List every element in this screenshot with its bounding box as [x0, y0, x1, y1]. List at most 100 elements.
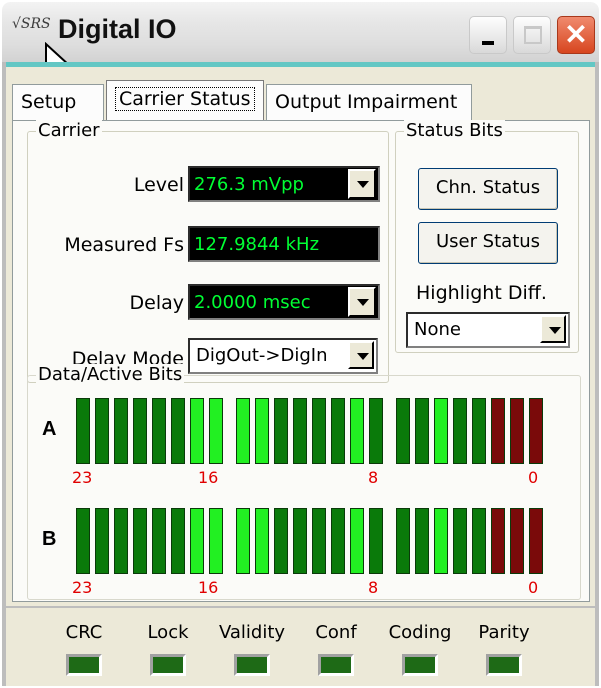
highlight-diff-value: None: [414, 319, 461, 340]
carrier-status-panel: Carrier Level 276.3 mVpp Measured Fs 127…: [12, 120, 590, 602]
bit-b-9: [350, 508, 364, 574]
bit-b-4: [453, 508, 467, 574]
bits-row-label-b: B: [42, 528, 57, 550]
close-button[interactable]: ✕: [557, 16, 595, 54]
carrier-group: Carrier Level 276.3 mVpp Measured Fs 127…: [27, 120, 389, 383]
bit-b-8: [369, 508, 383, 574]
indicator-label-parity: Parity: [478, 622, 530, 643]
bit-number-label: 8: [368, 578, 379, 597]
highlight-diff-select[interactable]: None: [406, 312, 570, 348]
level-value: 276.3 mVpp: [194, 174, 304, 195]
window-title: Digital IO: [58, 14, 177, 44]
bit-a-12: [293, 398, 307, 464]
bit-b-1: [510, 508, 524, 574]
delay-label: Delay: [129, 292, 185, 314]
indicator-label-lock: Lock: [147, 622, 189, 643]
bit-b-19: [152, 508, 166, 574]
bit-a-19: [152, 398, 166, 464]
bit-a-18: [171, 398, 185, 464]
bit-number-label: 23: [72, 468, 93, 487]
status-bits-group-label: Status Bits: [404, 120, 505, 141]
bit-number-label: 0: [528, 578, 539, 597]
bit-a-15: [236, 398, 250, 464]
bit-b-6: [415, 508, 429, 574]
indicator-led-lock: [150, 654, 186, 676]
measured-fs-label: Measured Fs: [64, 234, 184, 256]
bit-b-14: [255, 508, 269, 574]
delay-mode-dropdown-button[interactable]: [348, 341, 374, 369]
indicator-led-conf: [318, 654, 354, 676]
bit-a-1: [510, 398, 524, 464]
indicator-led-crc: [66, 654, 102, 676]
highlight-diff-label: Highlight Diff.: [416, 282, 547, 304]
level-label: Level: [133, 174, 184, 196]
bit-a-5: [434, 398, 448, 464]
delay-dropdown-button[interactable]: [348, 287, 376, 317]
tab-setup[interactable]: Setup: [12, 84, 104, 120]
measured-fs-display: 127.9844 kHz: [188, 226, 380, 262]
bit-a-20: [133, 398, 147, 464]
bit-b-7: [396, 508, 410, 574]
user-status-button[interactable]: User Status: [418, 222, 558, 264]
bit-b-15: [236, 508, 250, 574]
bit-number-label: 23: [72, 578, 93, 597]
indicator-led-validity: [234, 654, 270, 676]
bit-a-10: [331, 398, 345, 464]
delay-mode-select[interactable]: DigOut->DigIn: [188, 338, 378, 374]
bit-a-3: [472, 398, 486, 464]
indicator-label-coding: Coding: [388, 622, 452, 643]
indicator-label-validity: Validity: [218, 622, 286, 643]
minimize-button[interactable]: [469, 16, 507, 54]
bit-b-21: [114, 508, 128, 574]
bit-a-2: [491, 398, 505, 464]
carrier-group-label: Carrier: [36, 120, 102, 141]
bit-a-6: [415, 398, 429, 464]
bit-b-10: [331, 508, 345, 574]
indicator-label-crc: CRC: [65, 622, 103, 643]
status-indicator-bar: CRC Lock Validity Conf Coding Parity: [6, 606, 595, 686]
bit-b-22: [95, 508, 109, 574]
delay-select[interactable]: 2.0000 msec: [188, 284, 380, 320]
level-select[interactable]: 276.3 mVpp: [188, 166, 380, 202]
bit-b-20: [133, 508, 147, 574]
chn-status-button[interactable]: Chn. Status: [418, 168, 558, 210]
delay-value: 2.0000 msec: [194, 292, 311, 313]
bit-number-label: 16: [198, 468, 219, 487]
bit-b-12: [293, 508, 307, 574]
bit-a-14: [255, 398, 269, 464]
data-active-bits-group-label: Data/Active Bits: [36, 364, 185, 385]
maximize-button[interactable]: [513, 16, 551, 54]
bit-b-16: [209, 508, 223, 574]
data-active-bits-group: Data/Active Bits A 23 16 8 0 B 23 16 8 0: [27, 364, 581, 600]
bit-b-11: [312, 508, 326, 574]
tab-output-impairment-label: Output Impairment: [275, 91, 458, 113]
tab-setup-label: Setup: [21, 91, 77, 113]
bit-number-label: 8: [368, 468, 379, 487]
bit-a-8: [369, 398, 383, 464]
bit-a-7: [396, 398, 410, 464]
bit-a-22: [95, 398, 109, 464]
bit-a-16: [209, 398, 223, 464]
bit-b-13: [274, 508, 288, 574]
bits-row-label-a: A: [42, 418, 57, 440]
bit-a-9: [350, 398, 364, 464]
tab-carrier-status[interactable]: Carrier Status: [106, 80, 264, 122]
minimize-icon: [482, 41, 494, 45]
delay-mode-value: DigOut->DigIn: [196, 345, 328, 366]
maximize-icon: [524, 26, 542, 44]
bit-b-0: [529, 508, 543, 574]
tab-carrier-status-label: Carrier Status: [115, 87, 255, 111]
status-bits-group: Status Bits Chn. Status User Status High…: [395, 120, 579, 353]
title-bar[interactable]: √SRS Digital IO ✕: [2, 2, 599, 84]
bit-b-5: [434, 508, 448, 574]
bit-b-3: [472, 508, 486, 574]
bit-a-11: [312, 398, 326, 464]
bit-a-21: [114, 398, 128, 464]
bit-b-17: [190, 508, 204, 574]
tab-output-impairment[interactable]: Output Impairment: [266, 84, 472, 120]
bit-b-2: [491, 508, 505, 574]
srs-app-icon: √SRS: [12, 16, 51, 32]
highlight-diff-dropdown-button[interactable]: [540, 315, 566, 343]
level-dropdown-button[interactable]: [348, 169, 376, 199]
bit-number-label: 0: [528, 468, 539, 487]
